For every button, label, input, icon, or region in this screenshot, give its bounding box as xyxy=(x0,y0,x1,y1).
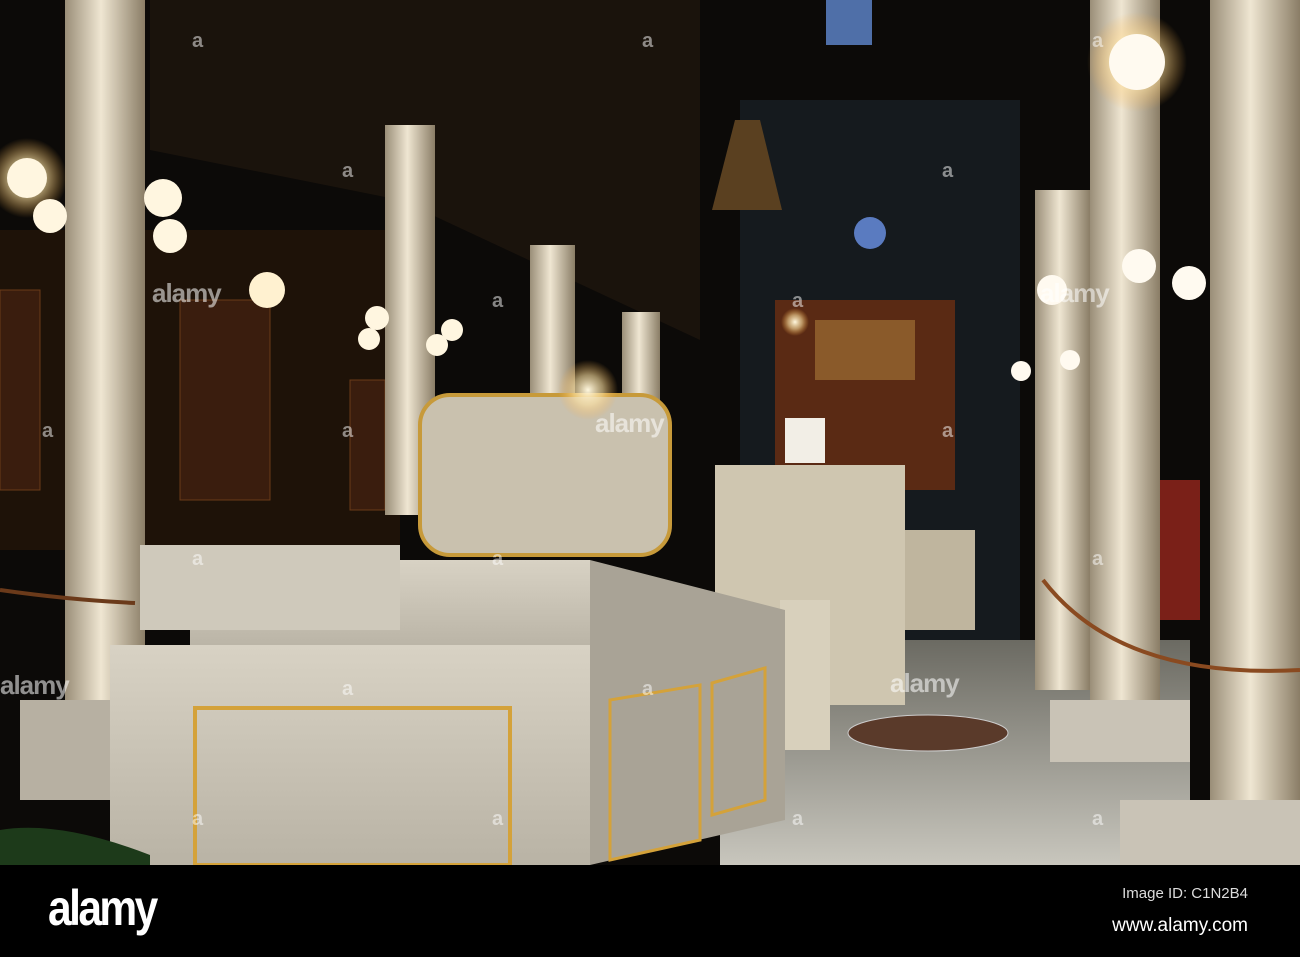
watermark-letter: a xyxy=(192,548,204,570)
watermark-letter: a xyxy=(642,30,654,52)
rose-window xyxy=(854,217,886,249)
watermark-letter: a xyxy=(342,160,354,182)
stained-glass-window xyxy=(826,0,872,45)
watermark: alamy xyxy=(890,668,960,698)
rug xyxy=(847,714,1009,752)
watermark-letter: a xyxy=(342,678,354,700)
watermark-letter: a xyxy=(492,548,504,570)
open-book xyxy=(785,418,825,463)
watermark: alamy xyxy=(152,278,222,308)
watermark-letter: a xyxy=(192,808,204,830)
footer-bar: alamy Image ID: C1N2B4 www.alamy.com xyxy=(0,865,1300,957)
watermark-letter: a xyxy=(1092,30,1104,52)
watermark-letter: a xyxy=(1092,808,1104,830)
watermark-letter: a xyxy=(942,420,954,442)
watermark-letter: a xyxy=(792,290,804,312)
watermark-letter: a xyxy=(642,678,654,700)
watermark-letter: a xyxy=(192,30,204,52)
watermark: alamy xyxy=(595,408,665,438)
image-id: Image ID: C1N2B4 xyxy=(1122,885,1248,902)
watermark-letter: a xyxy=(942,160,954,182)
site-url: www.alamy.com xyxy=(1112,915,1248,936)
watermark-letter: a xyxy=(342,420,354,442)
watermark-letter: a xyxy=(42,420,54,442)
watermark: alamy xyxy=(1040,278,1110,308)
watermark-letter: a xyxy=(492,808,504,830)
alamy-logo: alamy xyxy=(48,880,158,936)
watermark-letter: a xyxy=(792,808,804,830)
watermark: alamy xyxy=(0,670,70,700)
window-screen xyxy=(179,299,271,501)
watermark-letter: a xyxy=(1092,548,1104,570)
watermark-letter: a xyxy=(492,290,504,312)
